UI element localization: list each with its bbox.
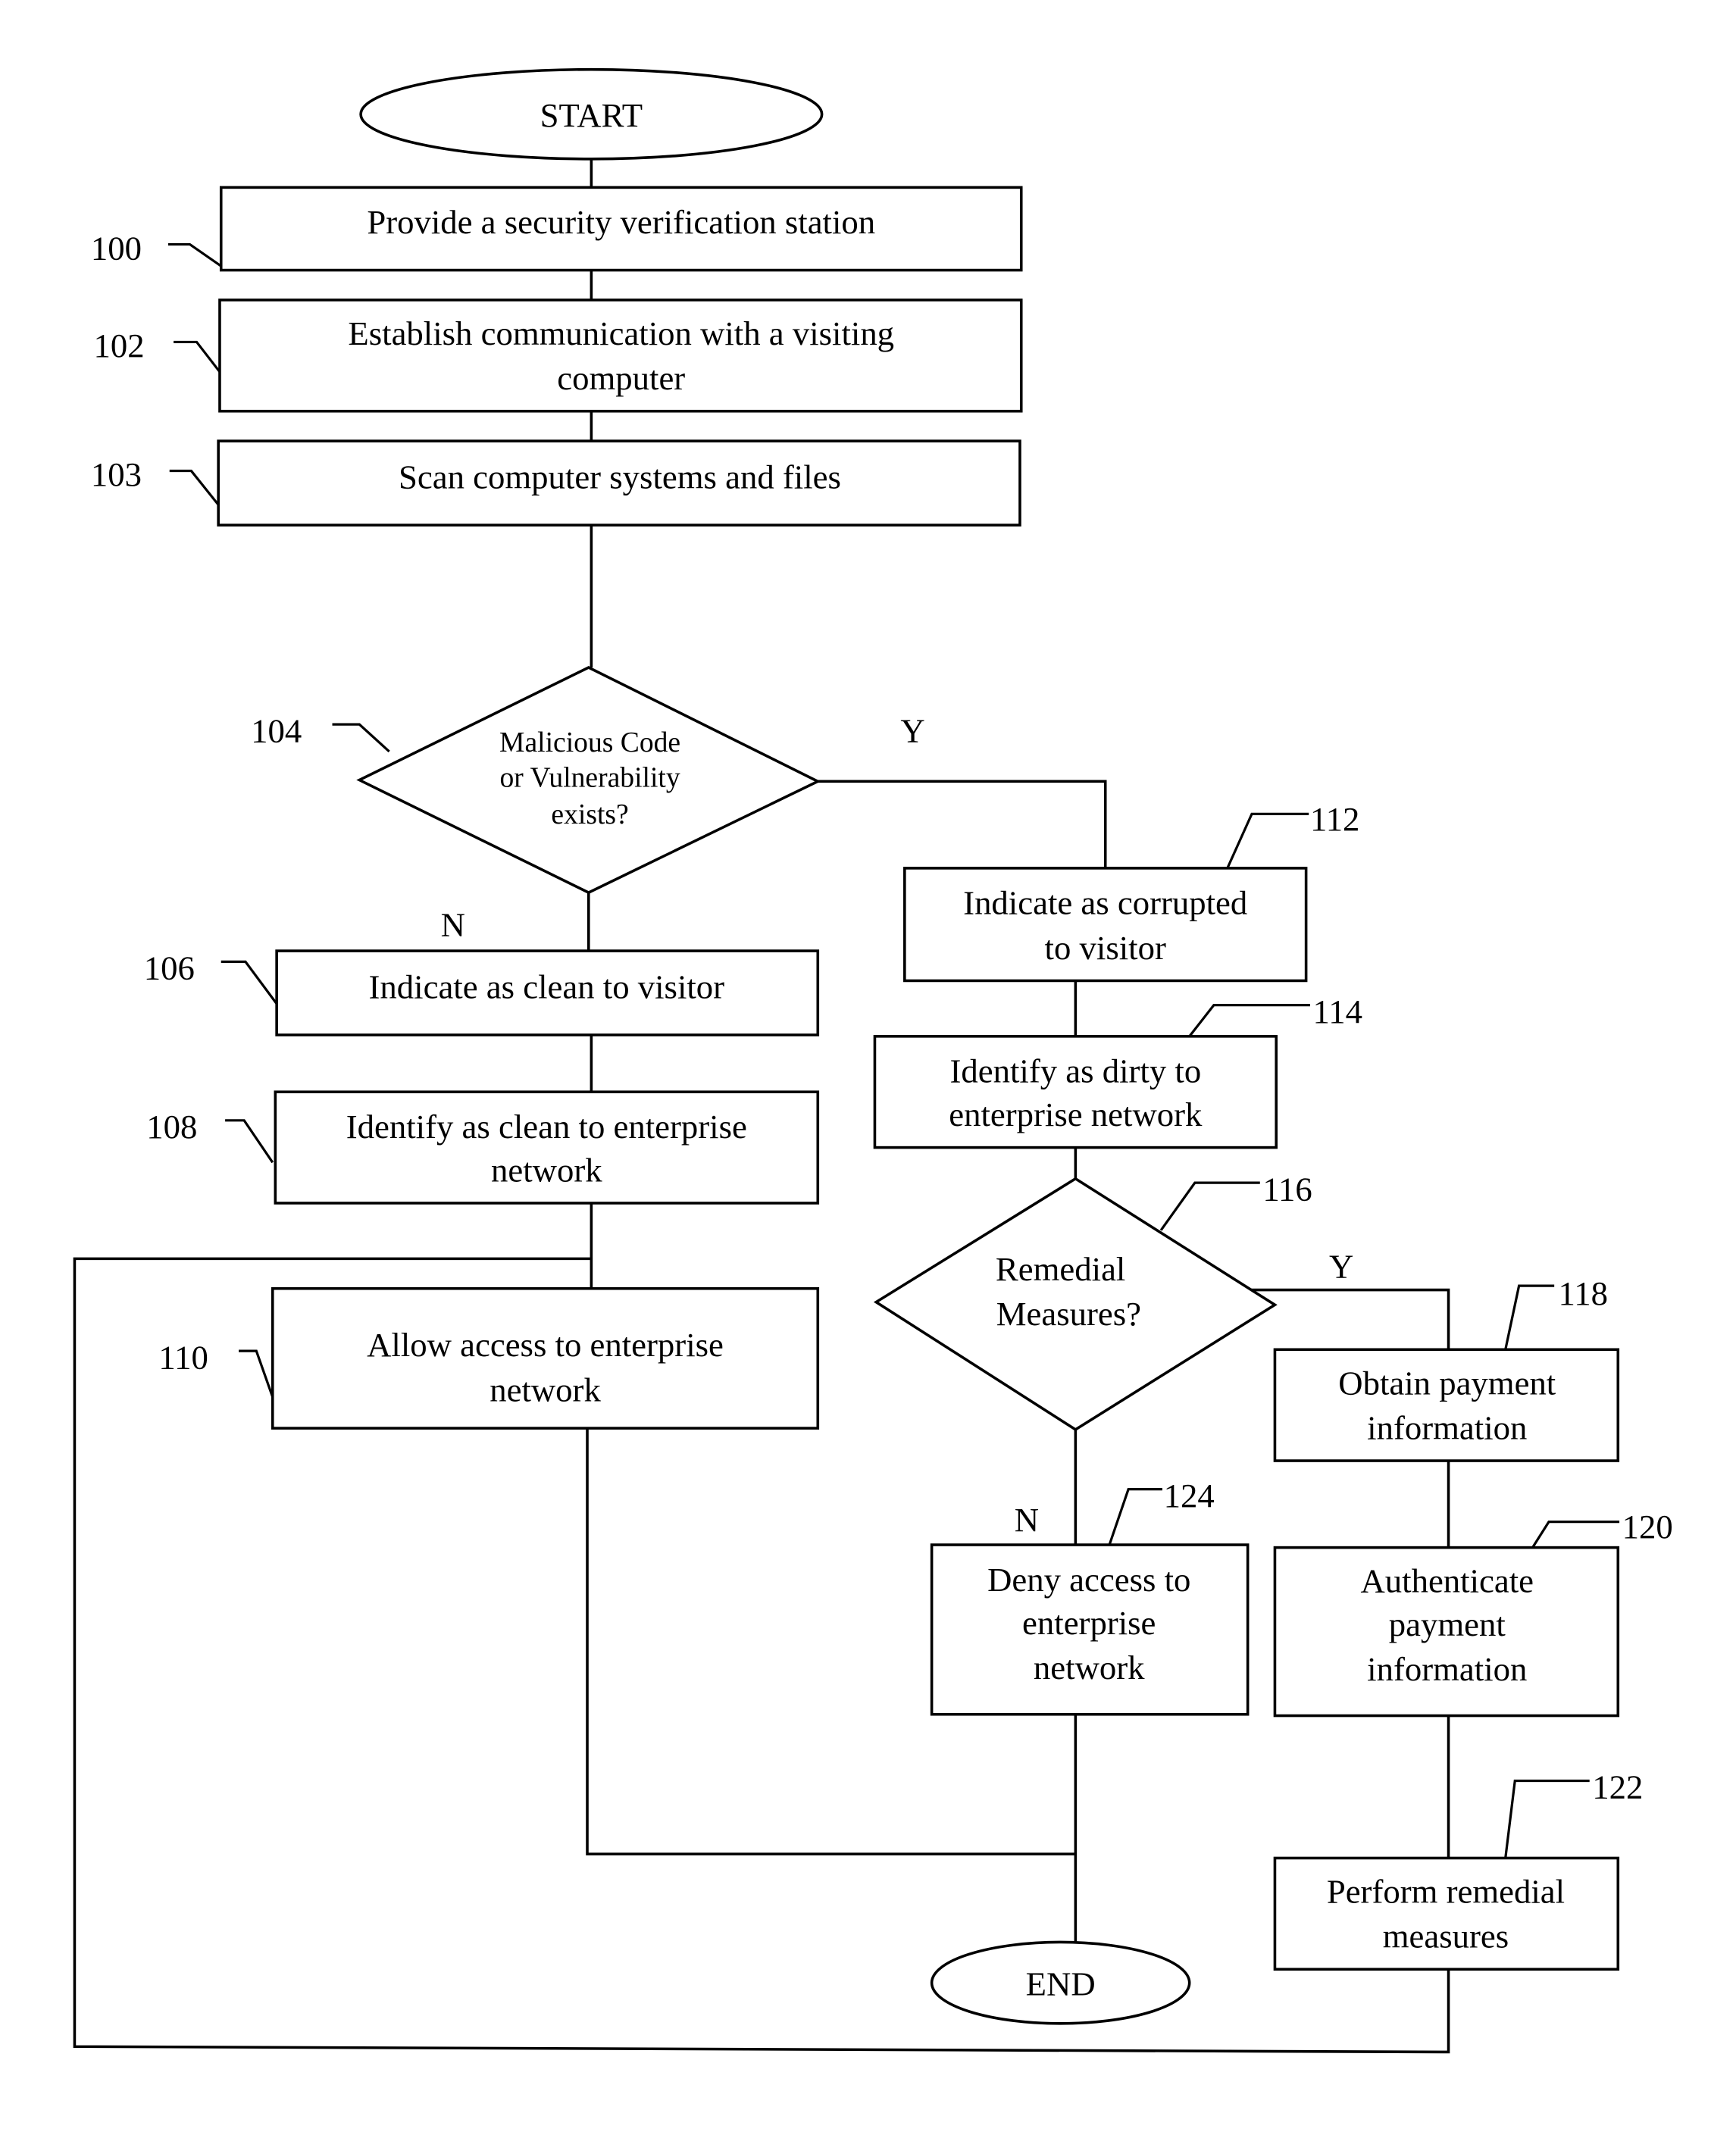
terminal-end: END: [930, 1940, 1191, 2025]
step-text: Provide a security verification station: [367, 203, 875, 241]
ref-numeral: 116: [1262, 1170, 1312, 1208]
step-text: Indicate as clean to visitor: [369, 968, 725, 1006]
step-118: Obtain payment information: [1273, 1348, 1620, 1462]
branch-label-116-yes: Y: [1329, 1247, 1353, 1285]
ref-102: 102: [93, 327, 221, 373]
step-122: Perform remedial measures: [1273, 1856, 1620, 1971]
step-text: Identify as clean to enterprise: [346, 1108, 747, 1146]
step-text: Scan computer systems and files: [399, 458, 841, 496]
step-text: Indicate as corrupted: [963, 884, 1247, 922]
step-103: Scan computer systems and files: [217, 439, 1021, 527]
ref-numeral: 118: [1559, 1274, 1608, 1312]
branch-label-104-yes: Y: [900, 711, 924, 749]
step-106: Indicate as clean to visitor: [275, 949, 820, 1036]
step-114: Identify as dirty to enterprise network: [873, 1035, 1278, 1149]
ref-leader: [239, 1349, 274, 1398]
ref-numeral: 124: [1164, 1477, 1215, 1515]
ref-leader: [1504, 1284, 1555, 1350]
decision-104: Malicious Code or Vulnerability exists?: [356, 665, 821, 895]
step-text: Authenticate: [1360, 1562, 1534, 1600]
ref-numeral: 100: [91, 229, 142, 267]
ref-numeral: 106: [144, 949, 195, 987]
step-text: enterprise network: [949, 1096, 1203, 1133]
ref-numeral: 120: [1622, 1508, 1673, 1546]
step-text: Obtain payment: [1338, 1364, 1556, 1402]
step-text: network: [491, 1151, 602, 1189]
ref-numeral: 112: [1310, 800, 1359, 838]
step-108: Identify as clean to enterprise network: [274, 1090, 820, 1205]
ref-leader: [1159, 1181, 1260, 1231]
ref-104: 104: [251, 711, 390, 753]
terminal-start: START: [359, 67, 824, 161]
ref-110: 110: [158, 1338, 274, 1398]
step-text: Identify as dirty to: [949, 1052, 1201, 1090]
end-label: END: [1026, 1965, 1096, 2002]
branch-label-104-no: N: [441, 905, 465, 943]
flowchart: START END Provide a security verificatio…: [73, 67, 1673, 2054]
ref-leader: [225, 1119, 274, 1164]
ref-112: 112: [1226, 800, 1359, 869]
step-text: network: [490, 1371, 601, 1408]
decision-text: Malicious Code: [499, 727, 680, 758]
ref-leader: [1226, 812, 1309, 869]
ref-numeral: 110: [158, 1338, 208, 1376]
ref-leader: [221, 960, 278, 1005]
ref-leader: [1188, 1004, 1310, 1037]
ref-leader: [1108, 1488, 1162, 1546]
step-text: computer: [557, 359, 685, 397]
ref-leader: [169, 469, 220, 506]
ref-numeral: 104: [251, 711, 302, 749]
decision-text: Measures?: [996, 1295, 1141, 1333]
ref-106: 106: [144, 949, 278, 1005]
ref-numeral: 114: [1313, 992, 1362, 1030]
ref-122: 122: [1504, 1768, 1643, 1858]
step-text: information: [1367, 1650, 1527, 1688]
step-text: Establish communication with a visiting: [348, 314, 894, 352]
step-text: enterprise: [1022, 1604, 1156, 1642]
ref-103: 103: [91, 455, 220, 506]
step-text: Perform remedial: [1327, 1873, 1565, 1911]
ref-numeral: 108: [146, 1108, 197, 1146]
step-text: to visitor: [1045, 929, 1166, 967]
step-text: Deny access to: [987, 1561, 1190, 1599]
ref-numeral: 102: [93, 327, 144, 364]
ref-116: 116: [1159, 1170, 1312, 1231]
ref-100: 100: [91, 229, 222, 267]
ref-leader: [332, 723, 390, 753]
ref-leader: [174, 340, 221, 373]
step-text: Allow access to enterprise: [367, 1326, 724, 1364]
ref-leader: [1531, 1520, 1620, 1549]
step-120: Authenticate payment information: [1273, 1546, 1620, 1718]
step-124: Deny access to enterprise network: [930, 1543, 1250, 1716]
step-110: Allow access to enterprise network: [271, 1286, 820, 1430]
decision-text: exists?: [551, 799, 628, 830]
ref-leader: [1504, 1779, 1590, 1858]
ref-numeral: 122: [1592, 1768, 1643, 1806]
ref-108: 108: [146, 1108, 274, 1164]
ref-118: 118: [1504, 1274, 1608, 1350]
step-100: Provide a security verification station: [219, 186, 1023, 272]
decision-text: Remedial: [996, 1250, 1125, 1288]
step-text: measures: [1383, 1918, 1509, 1955]
ref-114: 114: [1188, 992, 1362, 1037]
step-text: payment: [1389, 1605, 1506, 1643]
ref-120: 120: [1531, 1508, 1673, 1549]
decision-116: Remedial Measures?: [873, 1177, 1278, 1432]
ref-124: 124: [1108, 1477, 1215, 1546]
ref-leader: [167, 242, 222, 267]
step-text: network: [1034, 1649, 1145, 1686]
step-112: Indicate as corrupted to visitor: [903, 867, 1308, 983]
decision-text: or Vulnerability: [500, 763, 680, 794]
connector-104-112: [818, 780, 1107, 868]
branch-label-116-no: N: [1015, 1501, 1039, 1539]
ref-numeral: 103: [91, 455, 142, 493]
step-text: information: [1367, 1408, 1527, 1446]
start-label: START: [540, 96, 643, 134]
step-102: Establish communication with a visiting …: [218, 299, 1023, 413]
connector-116-118: [1249, 1288, 1450, 1350]
